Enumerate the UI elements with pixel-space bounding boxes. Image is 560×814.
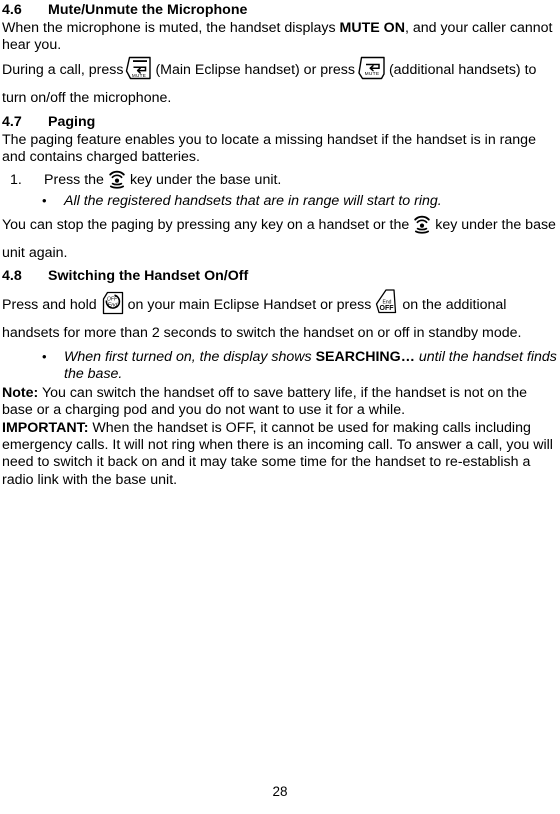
paging-step-1-text-a: Press the (44, 171, 104, 188)
mute-para2-text-a: During a call, press (2, 61, 124, 78)
paging-key-icon-step1 (107, 169, 127, 189)
section-title-4-8: Switching the Handset On/Off (48, 268, 249, 285)
switching-para1-text-a: Press and hold (2, 297, 97, 314)
paging-bullet-1-text: All the registered handsets that are in … (64, 192, 442, 209)
section-heading-4-7: 4.7 Paging (2, 114, 558, 131)
mute-paragraph-2: During a call, press MUTE (Main Eclipse ha… (2, 55, 558, 112)
svg-text:OFF: OFF (107, 296, 118, 302)
paging-paragraph-1: The paging feature enables you to locate… (2, 131, 536, 166)
switching-note: Note: You can switch the handset off to … (2, 385, 558, 420)
page-number: 28 (272, 784, 288, 799)
bullet-dot-icon-2: • (42, 349, 47, 365)
note-label: Note: (2, 384, 39, 401)
paging-para2-text-a: You can stop the paging by pressing any … (2, 217, 410, 234)
svg-text:OFF: OFF (380, 305, 395, 312)
mute-paragraph-1: When the microphone is muted, the handse… (2, 20, 558, 55)
paging-step-1: 1. Press the key under the base unit. (2, 169, 558, 191)
svg-text:MUTE: MUTE (132, 73, 146, 78)
mute-para2-text-b: (Main Eclipse handset) or press (155, 61, 355, 78)
section-number-4-8: 4.8 (2, 268, 22, 285)
paging-step-1-index: 1. (10, 171, 22, 188)
switching-bullet-1: • When first turned on, the display shows… (2, 349, 558, 384)
switching-para1-text-b: on your main Eclipse Handset or press (127, 297, 372, 314)
svg-text:End: End (107, 303, 118, 309)
section-title-4-6: Mute/Unmute the Microphone (48, 2, 248, 18)
switching-bullet-1-text-a: When first turned on, the display shows (64, 349, 316, 366)
searching-label: SEARCHING… (315, 349, 415, 366)
section-number-4-7: 4.7 (2, 113, 22, 130)
power-off-key-icon-additional: End OFF (373, 288, 400, 316)
mute-key-icon-main: MUTE (125, 55, 153, 81)
bullet-dot-icon: • (42, 192, 47, 208)
section-title-4-7: Paging (48, 113, 96, 130)
paging-paragraph-2: You can stop the paging by pressing any … (2, 211, 558, 267)
section-number-4-6: 4.6 (2, 2, 22, 18)
page-footer: 28 (0, 784, 560, 800)
document-page: 4.6 Mute/Unmute the Microphone When the m… (0, 0, 560, 814)
mute-on-label: MUTE ON (339, 20, 405, 36)
paging-bullet-1: • All the registered handsets that are in… (2, 193, 558, 210)
section-heading-4-6: 4.6 Mute/Unmute the Microphone (2, 2, 558, 19)
paging-step-1-text-b: key under the base unit. (129, 171, 282, 188)
page-content: 4.6 Mute/Unmute the Microphone When the m… (0, 2, 560, 489)
section-heading-4-8: 4.8 Switching the Handset On/Off (2, 268, 558, 285)
power-off-key-icon-main: OFF End (99, 290, 126, 316)
svg-text:MUTE: MUTE (365, 71, 380, 77)
switching-paragraph-1: Press and hold OFF End on your main Eclipse… (2, 288, 558, 347)
switching-important: IMPORTANT: When the handset is OFF, it c… (2, 420, 558, 490)
mute-key-icon-additional: MUTE (357, 55, 387, 81)
note-text: You can switch the handset off to save b… (2, 384, 528, 419)
paging-key-icon-stop (412, 214, 432, 234)
mute-para1-text-a: When the microphone is muted, the handse… (2, 20, 340, 36)
important-label: IMPORTANT: (2, 419, 89, 436)
